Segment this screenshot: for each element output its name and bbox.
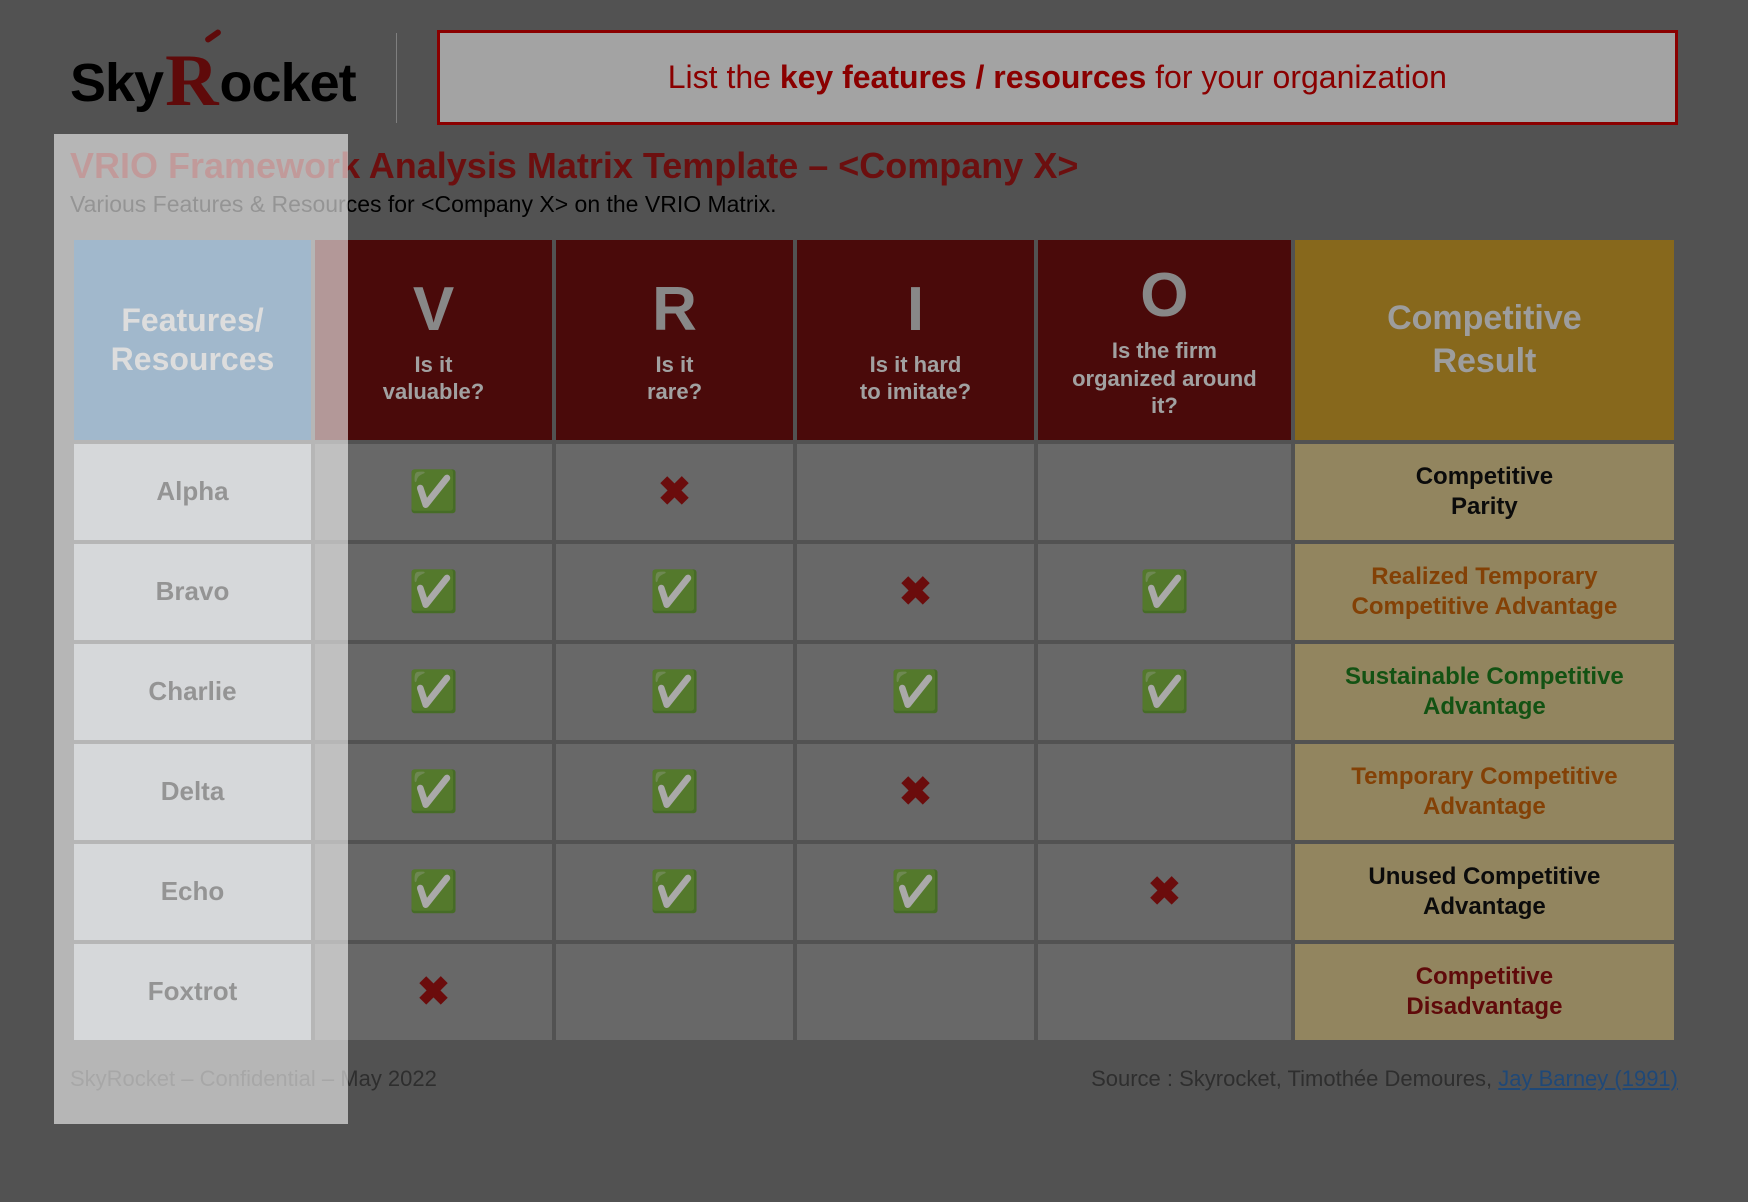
footer-left: SkyRocket – Confidential – May 2022 [70, 1066, 437, 1092]
result-cell: Competitive Disadvantage [1295, 944, 1674, 1040]
logo-r: R [163, 39, 219, 124]
check-icon: ✅ [409, 470, 459, 514]
check-icon: ✅ [650, 570, 700, 614]
result-cell: Realized Temporary Competitive Advantage [1295, 544, 1674, 640]
th-features: Features/ Resources [74, 240, 311, 440]
th-result: Competitive Result [1295, 240, 1674, 440]
th-r: R Is it rare? [556, 240, 793, 440]
footer-source-link[interactable]: Jay Barney (1991) [1498, 1066, 1678, 1091]
page-subtitle: Various Features & Resources for <Compan… [70, 191, 1678, 218]
th-features-label: Features/ Resources [111, 302, 275, 376]
result-cell: Temporary Competitive Advantage [1295, 744, 1674, 840]
cell-r: ✅ [556, 744, 793, 840]
check-icon: ✅ [409, 570, 459, 614]
feature-cell: Echo [74, 844, 311, 940]
th-o: O Is the firm organized around it? [1038, 240, 1291, 440]
cross-icon: ✖ [417, 970, 451, 1014]
cell-i: ✖ [797, 744, 1034, 840]
logo: SkyRocket [70, 35, 356, 120]
feature-cell: Delta [74, 744, 311, 840]
table-row: Delta ✅ ✅ ✖ Temporary Competitive Advantage [74, 744, 1674, 840]
th-v: V Is it valuable? [315, 240, 552, 440]
cell-v: ✅ [315, 544, 552, 640]
th-i-letter: I [807, 274, 1024, 345]
cross-icon: ✖ [899, 770, 933, 814]
callout-bold: key features / resources [780, 59, 1146, 95]
logo-pre: Sky [70, 52, 163, 114]
th-o-letter: O [1048, 260, 1281, 331]
feature-cell: Foxtrot [74, 944, 311, 1040]
table-row: Bravo ✅ ✅ ✖ ✅ Realized Temporary Competitive … [74, 544, 1674, 640]
check-icon: ✅ [1139, 670, 1189, 714]
footer-source-text: Source : Skyrocket, Timothée Demoures, [1091, 1066, 1498, 1091]
table-row: Alpha ✅ ✖ Competitive Parity [74, 444, 1674, 540]
check-icon: ✅ [409, 870, 459, 914]
th-o-sub: Is the firm organized around it? [1048, 337, 1281, 420]
th-i: I Is it hard to imitate? [797, 240, 1034, 440]
divider [396, 33, 397, 123]
footer-right: Source : Skyrocket, Timothée Demoures, J… [1091, 1066, 1678, 1092]
cell-o [1038, 944, 1291, 1040]
cross-icon: ✖ [899, 570, 933, 614]
cell-o: ✅ [1038, 644, 1291, 740]
cell-i [797, 444, 1034, 540]
cell-o: ✖ [1038, 844, 1291, 940]
check-icon: ✅ [650, 770, 700, 814]
cell-o [1038, 444, 1291, 540]
cell-r: ✅ [556, 844, 793, 940]
cell-i [797, 944, 1034, 1040]
cell-v: ✅ [315, 444, 552, 540]
callout-pre: List the [668, 59, 780, 95]
th-v-letter: V [325, 274, 542, 345]
check-icon: ✅ [409, 770, 459, 814]
table-row: Echo ✅ ✅ ✅ ✖ Unused Competitive Advantage [74, 844, 1674, 940]
cross-icon: ✖ [1148, 870, 1182, 914]
cell-v: ✅ [315, 644, 552, 740]
cell-v: ✖ [315, 944, 552, 1040]
check-icon: ✅ [409, 670, 459, 714]
check-icon: ✅ [650, 870, 700, 914]
result-cell: Competitive Parity [1295, 444, 1674, 540]
logo-post: ocket [220, 52, 356, 114]
result-cell: Sustainable Competitive Advantage [1295, 644, 1674, 740]
check-icon: ✅ [891, 870, 941, 914]
th-r-letter: R [566, 274, 783, 345]
cell-r: ✖ [556, 444, 793, 540]
th-i-sub: Is it hard to imitate? [807, 351, 1024, 406]
page-title: VRIO Framework Analysis Matrix Template … [70, 145, 1678, 187]
cell-i: ✅ [797, 644, 1034, 740]
cell-o: ✅ [1038, 544, 1291, 640]
cell-i: ✅ [797, 844, 1034, 940]
result-cell: Unused Competitive Advantage [1295, 844, 1674, 940]
table-row: Foxtrot ✖ Competitive Disadvantage [74, 944, 1674, 1040]
th-v-sub: Is it valuable? [325, 351, 542, 406]
cell-r: ✅ [556, 644, 793, 740]
th-result-label: Competitive Result [1387, 299, 1582, 380]
feature-cell: Charlie [74, 644, 311, 740]
cell-v: ✅ [315, 744, 552, 840]
cell-v: ✅ [315, 844, 552, 940]
vrio-matrix: Features/ Resources V Is it valuable? R … [70, 236, 1678, 1044]
cell-i: ✖ [797, 544, 1034, 640]
th-r-sub: Is it rare? [566, 351, 783, 406]
check-icon: ✅ [650, 670, 700, 714]
table-row: Charlie ✅ ✅ ✅ ✅ Sustainable Competitive Advan… [74, 644, 1674, 740]
cross-icon: ✖ [658, 470, 692, 514]
check-icon: ✅ [1139, 570, 1189, 614]
cell-r [556, 944, 793, 1040]
feature-cell: Alpha [74, 444, 311, 540]
callout-box: List the key features / resources for yo… [437, 30, 1678, 125]
feature-cell: Bravo [74, 544, 311, 640]
callout-post: for your organization [1146, 59, 1447, 95]
cell-o [1038, 744, 1291, 840]
check-icon: ✅ [891, 670, 941, 714]
cell-r: ✅ [556, 544, 793, 640]
